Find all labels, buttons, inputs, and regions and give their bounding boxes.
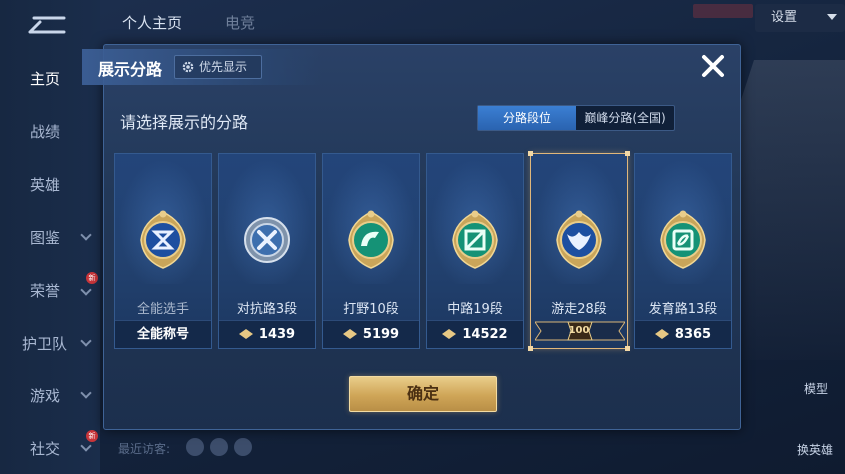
lane-mode-toggle: 分路段位 巅峰分路(全国) — [477, 105, 675, 131]
mid-lane-icon — [452, 210, 498, 269]
visitor-avatar[interactable] — [186, 438, 204, 456]
caret-down-icon — [827, 14, 837, 20]
close-icon[interactable] — [700, 53, 726, 79]
nav-records-label: 战绩 — [30, 122, 61, 141]
lane-card-mid[interactable]: 中路19段 14522 — [426, 153, 524, 349]
selection-corner — [528, 346, 533, 351]
recent-visitors-label: 最近访客: — [118, 442, 171, 456]
lane-footer: 8365 — [635, 320, 731, 348]
new-badge: 新 — [86, 430, 98, 442]
roam-icon — [556, 210, 602, 269]
gear-icon — [182, 61, 194, 73]
lane-name: 全能选手 — [136, 302, 189, 317]
lane-name: 打野10段 — [343, 302, 399, 317]
chevron-down-icon — [80, 387, 92, 399]
lane-points: 5199 — [362, 327, 400, 342]
lane-name: 发育路13段 — [648, 302, 718, 317]
lane-footer: 14522 — [427, 320, 523, 348]
lane-card-roam[interactable]: 游走28段 100 — [528, 151, 630, 351]
selection-corner — [625, 151, 630, 156]
lane-points: 14522 — [462, 327, 508, 342]
lane-footer: 1439 — [219, 320, 315, 348]
tab-esports[interactable]: 电竞 — [225, 12, 255, 33]
nav-honor-label: 荣誉 — [30, 281, 61, 300]
lane-name: 中路19段 — [447, 302, 503, 317]
clash-lane-icon — [244, 217, 290, 263]
rank-badge-text: 100 — [568, 325, 590, 336]
lane-points: 8365 — [674, 327, 712, 342]
lane-card-farm[interactable]: 发育路13段 8365 — [634, 153, 732, 349]
nav-heroes-label: 英雄 — [30, 175, 61, 194]
points-icon — [654, 329, 669, 339]
nav-home-label: 主页 — [30, 69, 61, 88]
dialog-header: 展示分路 优先显示 — [82, 49, 322, 85]
tab-profile[interactable]: 个人主页 — [122, 12, 182, 33]
lane-footer-text: 全能称号 — [136, 327, 189, 342]
tab-peak-lane[interactable]: 巅峰分路(全国) — [576, 106, 674, 130]
settings-button[interactable]: 设置 — [755, 4, 845, 32]
nav-honor[interactable]: 荣誉 新 — [0, 272, 100, 304]
lane-points: 1439 — [258, 327, 296, 342]
tab-lane-rank[interactable]: 分路段位 — [478, 106, 576, 130]
priority-display-label: 优先显示 — [199, 60, 248, 74]
lane-card-jungle[interactable]: 打野10段 5199 — [322, 153, 420, 349]
settings-label: 设置 — [771, 10, 798, 25]
confirm-button[interactable]: 确定 — [349, 376, 497, 412]
selection-corner — [625, 346, 630, 351]
visitor-avatar[interactable] — [234, 438, 252, 456]
points-icon — [238, 329, 253, 339]
notification-badge — [693, 4, 753, 18]
chevron-down-icon — [80, 440, 92, 452]
model-button[interactable]: 模型 — [804, 380, 828, 397]
chevron-down-icon — [80, 335, 92, 347]
lane-card-all-round[interactable]: 全能选手 全能称号 — [114, 153, 212, 349]
lane-display-dialog: 展示分路 优先显示 请选择展示的分路 分路段位 巅峰分路(全国) 全能选手 全能… — [82, 44, 741, 430]
nav-records[interactable]: 战绩 — [0, 117, 100, 145]
lane-name: 对抗路3段 — [236, 302, 298, 317]
nav-games-label: 游戏 — [30, 386, 61, 405]
points-icon — [342, 329, 357, 339]
back-icon[interactable] — [24, 10, 70, 38]
jungle-icon — [348, 210, 394, 269]
nav-codex[interactable]: 图鉴 — [0, 223, 100, 251]
nav-codex-label: 图鉴 — [30, 228, 61, 247]
lane-card-clash[interactable]: 对抗路3段 1439 — [218, 153, 316, 349]
lane-footer: 5199 — [323, 320, 419, 348]
nav-guard-team-label: 护卫队 — [22, 334, 68, 353]
dialog-title: 展示分路 — [98, 60, 163, 79]
points-icon — [442, 329, 457, 339]
nav-guard-team[interactable]: 护卫队 — [0, 329, 100, 357]
nav-social[interactable]: 社交 新 — [0, 430, 100, 462]
dialog-subtitle: 请选择展示的分路 — [120, 113, 249, 132]
chevron-down-icon — [80, 284, 92, 296]
new-badge: 新 — [86, 272, 98, 284]
all-round-icon — [140, 210, 186, 269]
visitor-avatar[interactable] — [210, 438, 228, 456]
lane-name: 游走28段 — [551, 302, 607, 317]
nav-social-label: 社交 — [30, 439, 61, 458]
change-hero-button[interactable]: 换英雄 — [797, 441, 833, 458]
priority-display-button[interactable]: 优先显示 — [174, 55, 262, 79]
nav-heroes[interactable]: 英雄 — [0, 170, 100, 198]
selection-corner — [528, 151, 533, 156]
lane-footer: 全能称号 — [115, 320, 211, 348]
farm-lane-icon — [660, 210, 706, 269]
nav-games[interactable]: 游戏 — [0, 381, 100, 409]
chevron-down-icon — [80, 229, 92, 241]
